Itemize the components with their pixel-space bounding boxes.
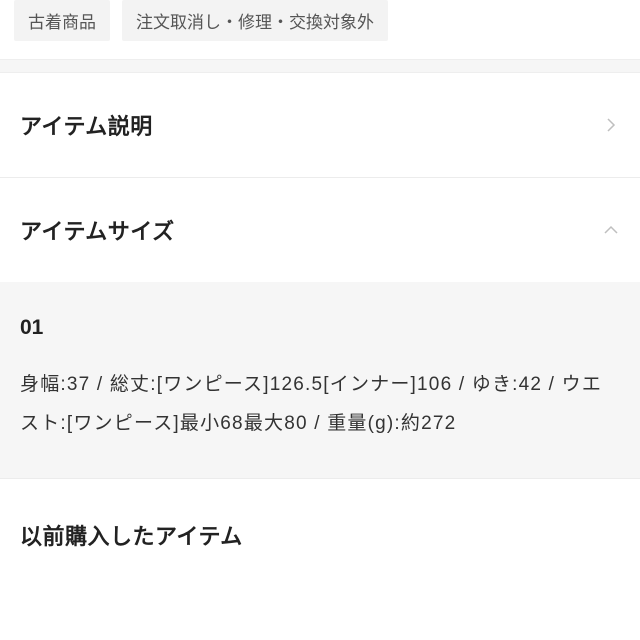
accordion-title-size: アイテムサイズ	[20, 214, 175, 246]
tag-used-item[interactable]: 古着商品	[14, 0, 110, 41]
tags-row: 古着商品 注文取消し・修理・交換対象外	[0, 0, 640, 59]
size-panel: 01 身幅:37 / 総丈:[ワンピース]126.5[インナー]106 / ゆき…	[0, 282, 640, 479]
accordion-item-size[interactable]: アイテムサイズ	[0, 178, 640, 282]
size-measurements: 身幅:37 / 総丈:[ワンピース]126.5[インナー]106 / ゆき:42…	[20, 366, 620, 444]
accordion-item-description[interactable]: アイテム説明	[0, 73, 640, 178]
chevron-right-icon	[602, 116, 620, 134]
size-variant-label: 01	[20, 316, 620, 340]
section-previous-purchases: 以前購入したアイテム	[0, 479, 640, 551]
accordion-title-description: アイテム説明	[20, 109, 153, 141]
tag-no-cancel-repair-exchange[interactable]: 注文取消し・修理・交換対象外	[122, 0, 388, 41]
section-previous-title: 以前購入したアイテム	[20, 519, 620, 551]
chevron-up-icon	[602, 221, 620, 239]
divider	[0, 59, 640, 73]
